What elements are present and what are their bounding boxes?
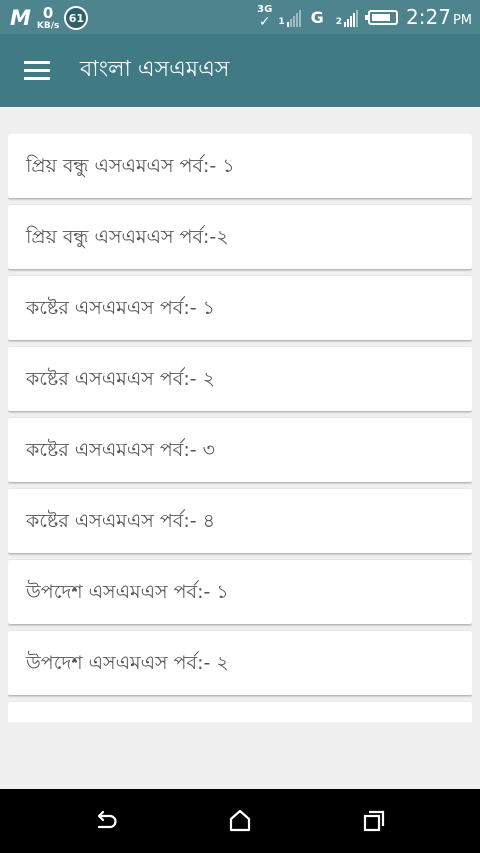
signal-bar <box>292 16 295 27</box>
menu-line <box>24 77 50 80</box>
list-item[interactable]: উপদেশ এসএমএস পর্ব:- ২ <box>8 631 472 695</box>
system-nav-bar <box>0 789 480 853</box>
list-item-label: কষ্টের এসএমএস পর্ব:- ১ <box>26 297 215 319</box>
signal-bar <box>289 19 292 27</box>
menu-line <box>24 69 50 72</box>
signal-bar <box>344 22 347 27</box>
app-bar: বাংলা এসএমএস <box>0 34 480 107</box>
signal-bar <box>353 13 356 27</box>
list-item-label: প্রিয় বন্ধু এসএমএস পর্ব:- ১ <box>26 155 235 177</box>
status-bar-system: 3G ✓ 1 G 2 2:27 PM <box>257 0 472 34</box>
data-check-icon: ✓ <box>258 14 271 30</box>
list-item-label: কষ্টের এসএমএস পর্ব:- ৩ <box>26 439 215 461</box>
notification-count-badge: 61 <box>64 6 89 30</box>
clock-ampm: PM <box>452 13 472 28</box>
list-item-label: কষ্টের এসএমএস পর্ব:- ৪ <box>26 510 215 532</box>
list-item[interactable]: কষ্টের এসএমএস পর্ব:- ৩ <box>8 418 472 482</box>
sms-category-list[interactable]: প্রিয় বন্ধু এসএমএস পর্ব:- ১ প্রিয় বন্ধ… <box>8 134 472 722</box>
list-item-label: প্রিয় বন্ধু এসএমএস পর্ব:-২ <box>26 226 229 248</box>
app-title: বাংলা এসএমএস <box>80 57 230 82</box>
sim2-tag: 2 <box>335 17 343 27</box>
back-icon[interactable] <box>93 808 119 834</box>
hamburger-menu-icon[interactable] <box>24 60 50 80</box>
menu-line <box>24 61 50 64</box>
list-item[interactable]: প্রিয় বন্ধু এসএমএস পর্ব:-২ <box>8 205 472 269</box>
signal-bar <box>298 10 301 27</box>
signal-strength-icon-sim2: 2 <box>335 7 359 27</box>
list-item-partial[interactable] <box>8 702 472 722</box>
list-item-label: কষ্টের এসএমএস পর্ব:- ২ <box>26 368 215 390</box>
main-content: প্রিয় বন্ধু এসএমএস পর্ব:- ১ প্রিয় বন্ধ… <box>0 107 480 789</box>
recents-icon[interactable] <box>361 808 387 834</box>
net-speed-unit: KB/s <box>36 20 60 31</box>
gmail-icon: M <box>10 5 31 30</box>
sim1-tag: 1 <box>278 17 285 27</box>
status-bar: M 0 KB/s 61 3G ✓ 1 G 2 2:27 PM <box>0 0 480 34</box>
clock-time: 2:27 <box>406 5 451 29</box>
net-speed-value: 0 <box>42 3 54 22</box>
signal-bar <box>295 13 298 27</box>
list-item-label: উপদেশ এসএমএস পর্ব:- ২ <box>26 652 229 674</box>
list-item[interactable]: কষ্টের এসএমএস পর্ব:- ২ <box>8 347 472 411</box>
signal-bar <box>356 10 359 27</box>
list-item[interactable]: প্রিয় বন্ধু এসএমএস পর্ব:- ১ <box>8 134 472 198</box>
network-type-g: G <box>310 7 324 27</box>
battery-nub <box>365 14 369 20</box>
battery-icon <box>365 9 399 25</box>
signal-bar <box>347 19 350 27</box>
signal-bar <box>286 22 289 27</box>
home-icon[interactable] <box>227 808 253 834</box>
clock: 2:27 PM <box>406 5 472 29</box>
list-item[interactable]: কষ্টের এসএমএস পর্ব:- ৪ <box>8 489 472 553</box>
network-type-3g: 3G ✓ <box>257 5 272 30</box>
battery-fill <box>372 13 391 21</box>
net-speed-indicator: 0 KB/s <box>36 3 60 31</box>
list-item[interactable]: কষ্টের এসএমএস পর্ব:- ১ <box>8 276 472 340</box>
list-item-label: উপদেশ এসএমএস পর্ব:- ১ <box>26 581 229 603</box>
status-bar-notifications: M 0 KB/s 61 <box>10 3 89 32</box>
list-item[interactable]: উপদেশ এসএমএস পর্ব:- ১ <box>8 560 472 624</box>
signal-strength-icon-sim1: 1 <box>278 7 301 27</box>
signal-bar <box>350 16 353 27</box>
